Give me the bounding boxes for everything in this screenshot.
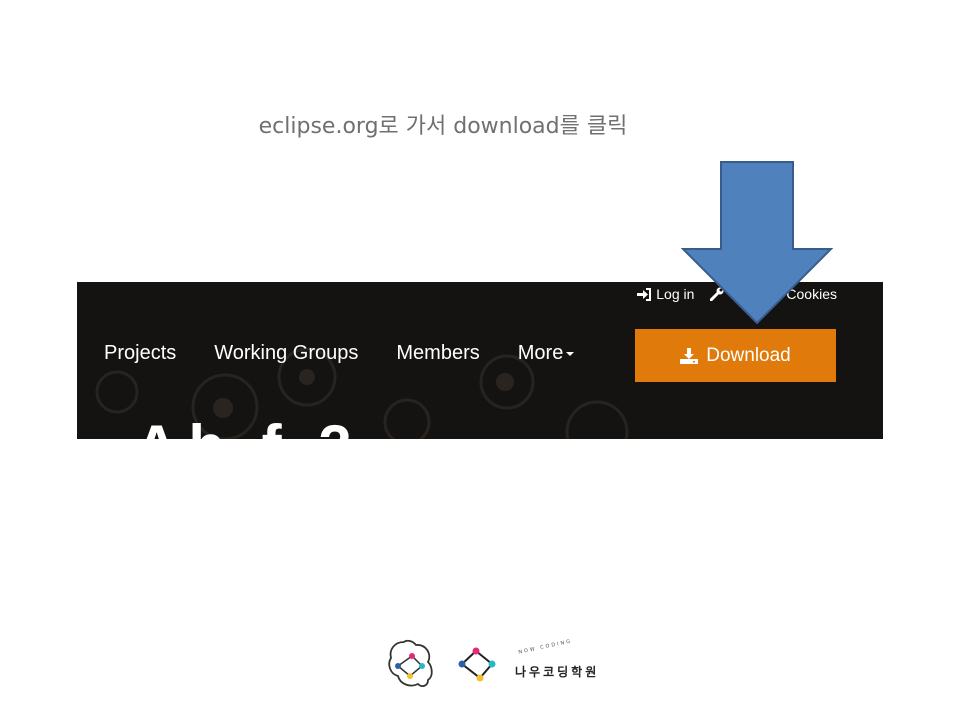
download-icon (680, 347, 699, 364)
now-coding-logo (458, 647, 496, 682)
down-arrow-annotation (681, 161, 833, 325)
nav-working-groups[interactable]: Working Groups (214, 342, 358, 365)
nav-more[interactable]: More (518, 342, 575, 365)
main-nav: Projects Working Groups Members More (104, 342, 612, 365)
nav-members[interactable]: Members (396, 342, 479, 365)
footer-logos: NOW CODING 나우코딩학원 (386, 636, 606, 692)
caret-down-icon (566, 351, 575, 356)
brand-tagline: NOW CODING (517, 638, 573, 656)
brand-name: 나우코딩학원 (515, 665, 600, 679)
instruction-text: eclipse.org로 가서 download를 클릭 (258, 114, 628, 139)
download-label: Download (706, 344, 791, 366)
download-button[interactable]: Download (635, 329, 836, 382)
sign-in-icon (637, 287, 652, 301)
hero-heading-partial: Ab f 2 (135, 417, 362, 440)
brain-logo (388, 639, 433, 687)
nav-projects[interactable]: Projects (104, 342, 176, 365)
nav-more-label: More (517, 342, 564, 364)
